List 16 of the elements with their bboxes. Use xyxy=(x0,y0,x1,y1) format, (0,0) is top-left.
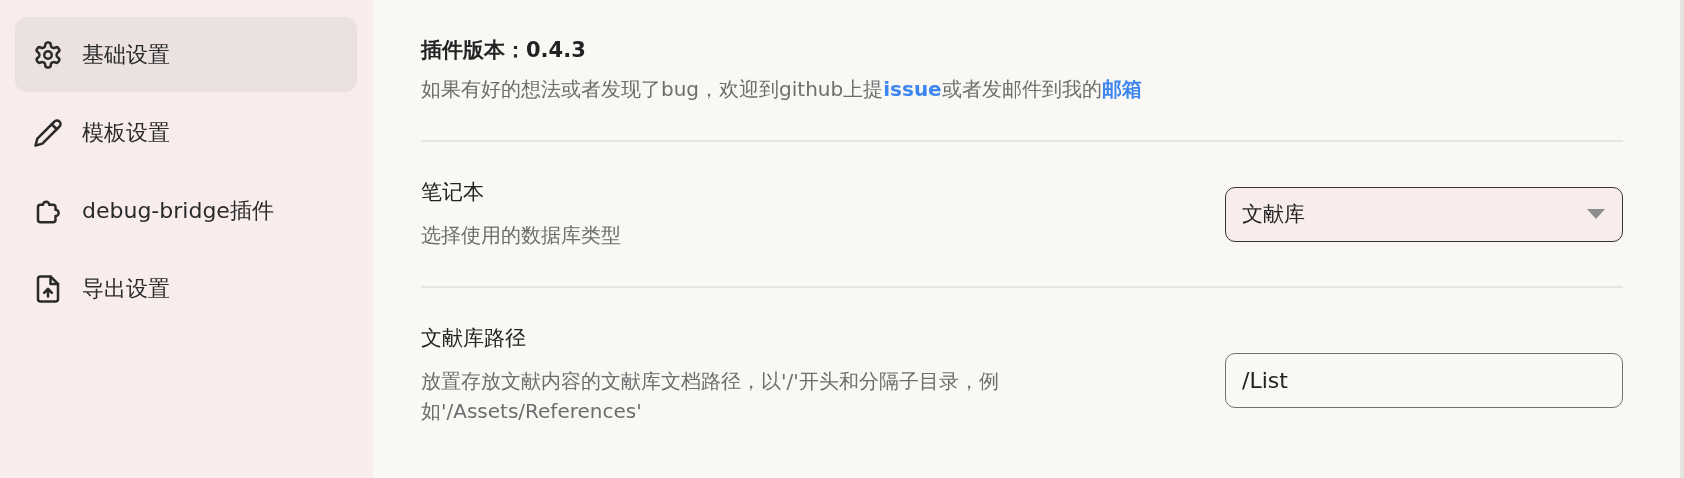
sidebar-item-label: 导出设置 xyxy=(82,274,170,303)
setting-description: 选择使用的数据库类型 xyxy=(421,222,621,249)
setting-label: 笔记本 xyxy=(421,179,485,206)
setting-label: 文献库路径 xyxy=(421,325,527,352)
setting-description: 放置存放文献内容的文献库文档路径，以'/'开头和分隔子目录，例如'/Assets/References' xyxy=(421,368,1000,425)
input-field[interactable]: /List xyxy=(1225,352,1623,408)
intro-text: 如果有好的想法或者发现了bug，欢迎到github上提issue或者发邮件到我的邮箱 xyxy=(421,76,1143,103)
dropdown[interactable]: 文献库 xyxy=(1225,186,1623,242)
sidebar-item[interactable]: 基础设置 xyxy=(15,17,357,92)
pencil-icon xyxy=(33,117,63,148)
settings-icon xyxy=(33,39,63,70)
sidebar-item-label: 模板设置 xyxy=(82,118,170,147)
caret-icon xyxy=(1587,209,1605,219)
sidebar-item-label: debug-bridge插件 xyxy=(82,196,274,225)
sidebar-item-label: 基础设置 xyxy=(82,40,170,69)
version-title: 插件版本：0.4.3 xyxy=(421,37,587,64)
